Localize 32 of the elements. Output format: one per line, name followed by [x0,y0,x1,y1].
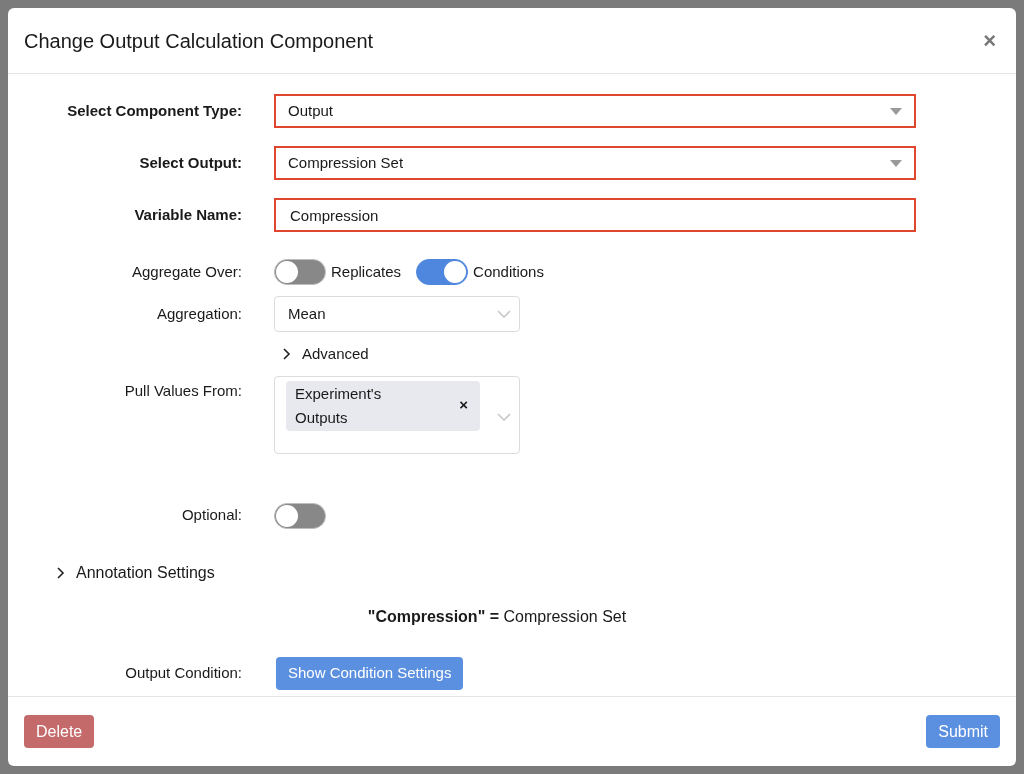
toggle-switch[interactable] [274,502,326,529]
dropdown-arrow-icon [890,159,902,167]
annotation-settings-toggle[interactable]: Annotation Settings [56,560,215,585]
field-label: Variable Name: [134,204,242,225]
field-label: Select Component Type: [67,100,242,121]
field-label: Aggregate Over: [131,261,242,282]
dropdown-arrow-icon [890,107,902,115]
formula-text: "Compression" = Compression Set [367,606,627,627]
remove-button[interactable]: × [459,394,468,417]
field-label: Optional: [181,505,242,526]
selected-tag: Experiment's Outputs × [286,380,480,431]
multiselect-field[interactable]: Experiment's Outputs × [274,375,520,454]
text-field[interactable]: Compression [274,198,916,232]
toggle-label: Replicates [331,261,402,282]
dialog-title: Change Output Calculation Component [24,28,374,54]
delete-button[interactable]: Delete [24,715,95,748]
field-label: Pull Values From: [124,380,242,401]
chevron-down-icon [497,412,511,421]
chevron-right-icon [56,565,66,580]
toggle-switch[interactable] [416,259,469,285]
chevron-right-icon [282,347,292,362]
advanced-toggle[interactable]: Advanced [282,343,369,366]
chevron-down-icon [497,310,511,318]
close-button[interactable]: × [983,29,996,52]
dropdown-field[interactable]: Mean [274,296,520,332]
select-field[interactable]: Compression Set [274,146,916,180]
toggle-switch[interactable] [274,259,326,285]
field-label: Aggregation: [156,303,242,324]
field-label: Output Condition: [125,662,242,683]
field-label: Select Output: [139,152,242,173]
toggle-label: Conditions [473,261,544,282]
select-field[interactable]: Output [274,94,916,128]
